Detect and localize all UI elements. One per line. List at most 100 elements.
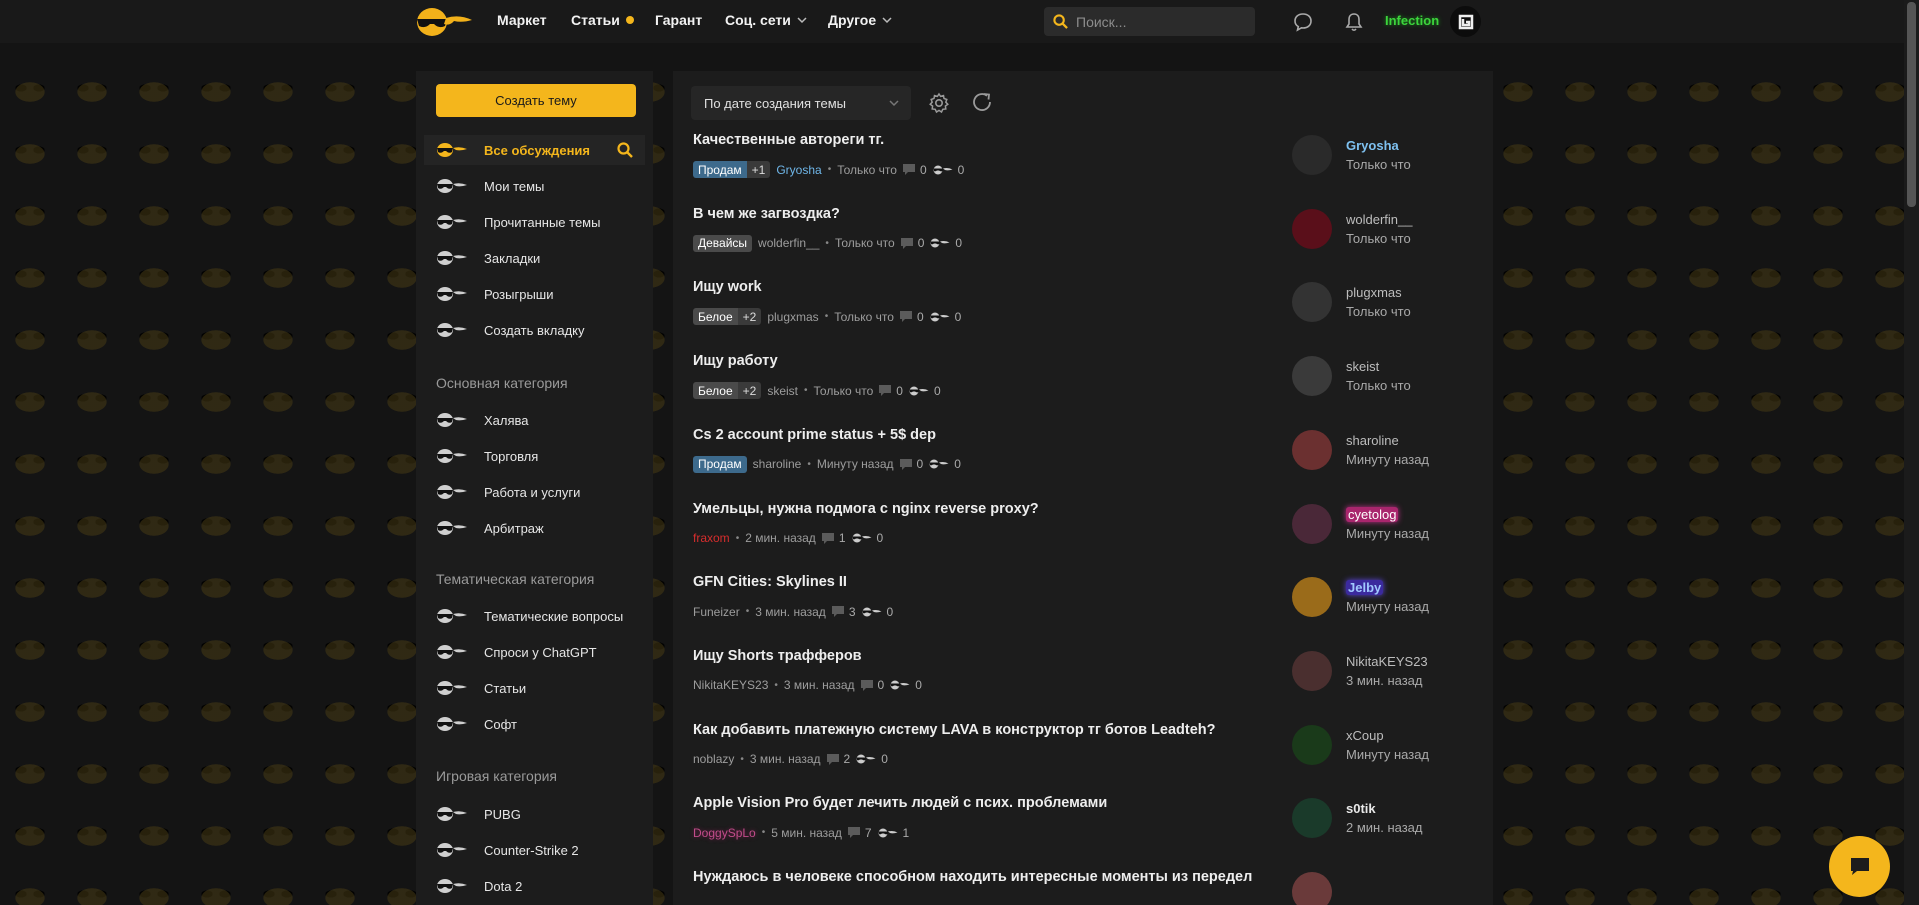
search-input[interactable] <box>1076 13 1236 30</box>
last-poster-name[interactable]: Jelby <box>1346 580 1384 596</box>
last-poster[interactable]: plugxmas Только что <box>1292 282 1492 326</box>
thread-author[interactable]: skeist <box>767 384 798 398</box>
prefix-tag[interactable]: Белое +2 <box>693 308 762 326</box>
last-poster-avatar[interactable] <box>1292 282 1332 323</box>
last-poster[interactable]: xCoup Минуту назад <box>1292 724 1492 769</box>
last-poster-avatar[interactable] <box>1292 872 1332 905</box>
gear-icon[interactable] <box>928 92 950 114</box>
thread-row[interactable]: Cs 2 account prime status + 5$ dep Продам… <box>693 427 1483 501</box>
sidebar-item-my-threads[interactable]: Мои темы <box>424 171 645 201</box>
nav-articles[interactable]: Статьи <box>571 12 634 28</box>
thread-row[interactable]: Нуждаюсь в человеке способном находить и… <box>693 869 1483 905</box>
last-poster[interactable]: sharoline Минуту назад <box>1292 429 1492 474</box>
thread-author[interactable]: NikitaKEYS23 <box>693 678 768 692</box>
last-poster-avatar[interactable] <box>1292 135 1332 175</box>
sidebar-item-freebies[interactable]: Халява <box>424 405 645 435</box>
nav-other[interactable]: Другое <box>828 12 892 28</box>
thread-title[interactable]: Нуждаюсь в человеке способном находить и… <box>693 869 1252 885</box>
last-poster-name[interactable]: xCoup <box>1346 728 1384 743</box>
last-poster[interactable]: Jelby Минуту назад <box>1292 577 1492 621</box>
sidebar-item-trading[interactable]: Торговля <box>424 441 645 471</box>
last-poster[interactable]: cyetolog Минуту назад <box>1292 503 1492 548</box>
nav-guarantor[interactable]: Гарант <box>655 12 702 28</box>
thread-row[interactable]: Apple Vision Pro будет лечить людей с пс… <box>693 795 1483 869</box>
thread-author[interactable]: fraxom <box>693 531 730 545</box>
last-poster-name[interactable]: wolderfin__ <box>1346 212 1413 227</box>
last-poster-avatar[interactable] <box>1292 503 1332 544</box>
thread-title[interactable]: Качественные автореги тг. <box>693 132 884 148</box>
last-poster-name[interactable]: NikitaKEYS23 <box>1346 654 1428 669</box>
thread-row[interactable]: Ищу работу Белое +2 skeist • Только что 0 0 skei… <box>693 353 1483 427</box>
thread-row[interactable]: GFN Cities: Skylines II Funeizer • 3 мин. н… <box>693 574 1483 648</box>
nav-social[interactable]: Соц. сети <box>725 12 807 28</box>
notifications-bell-icon[interactable] <box>1343 11 1365 33</box>
thread-author[interactable]: Funeizer <box>693 605 740 619</box>
last-poster-avatar[interactable] <box>1292 724 1332 765</box>
last-poster-avatar[interactable] <box>1292 577 1332 618</box>
thread-author[interactable]: noblazy <box>693 752 734 766</box>
prefix-tag[interactable]: Продам <box>693 455 747 473</box>
page-scrollbar[interactable] <box>1904 0 1919 905</box>
thread-row[interactable]: Ищу work Белое +2 plugxmas • Только что 0 0 plug… <box>693 279 1483 353</box>
thread-author[interactable]: sharoline <box>753 457 802 471</box>
nav-market[interactable]: Маркет <box>497 12 547 28</box>
messages-icon[interactable] <box>1292 11 1314 33</box>
thread-row[interactable]: Качественные автореги тг. Продам +1 Gryosha… <box>693 132 1483 206</box>
last-poster[interactable]: NikitaKEYS23 3 мин. назад <box>1292 650 1492 695</box>
user-avatar[interactable] <box>1450 6 1481 37</box>
last-poster-name[interactable]: cyetolog <box>1346 506 1399 522</box>
refresh-icon[interactable] <box>970 90 994 114</box>
thread-title[interactable]: Apple Vision Pro будет лечить людей с пс… <box>693 795 1107 811</box>
last-poster-avatar[interactable] <box>1292 650 1332 691</box>
last-poster-avatar[interactable] <box>1292 356 1332 397</box>
header-search[interactable] <box>1044 7 1255 36</box>
sidebar-item-software[interactable]: Софт <box>424 709 645 739</box>
last-poster[interactable]: Gryosha Только что <box>1292 135 1492 179</box>
last-poster-name[interactable]: skeist <box>1346 359 1379 374</box>
last-poster-name[interactable]: sharoline <box>1346 433 1399 448</box>
last-poster-name[interactable]: plugxmas <box>1346 285 1402 300</box>
thread-author[interactable]: Gryosha <box>776 163 821 177</box>
thread-title[interactable]: Cs 2 account prime status + 5$ dep <box>693 427 936 443</box>
thread-title[interactable]: Ищу работу <box>693 353 778 369</box>
thread-title[interactable]: Умельцы, нужна подмога с nginx reverse p… <box>693 501 1039 517</box>
thread-title[interactable]: Ищу Shorts трафферов <box>693 648 862 664</box>
thread-author[interactable]: plugxmas <box>767 310 818 324</box>
search-icon[interactable] <box>617 142 633 158</box>
current-username[interactable]: Infection <box>1385 13 1439 28</box>
thread-row[interactable]: Как добавить платежную систему LAVA в ко… <box>693 722 1483 796</box>
last-poster[interactable] <box>1292 872 1492 905</box>
sidebar-item-arbitrage[interactable]: Арбитраж <box>424 513 645 543</box>
thread-title[interactable]: GFN Cities: Skylines II <box>693 574 847 590</box>
thread-title[interactable]: Ищу work <box>693 279 762 295</box>
thread-title[interactable]: В чем же загвоздка? <box>693 206 840 222</box>
prefix-tag[interactable]: Девайсы <box>693 234 753 252</box>
sidebar-item-dota2[interactable]: Dota 2 <box>424 871 645 901</box>
last-poster-name[interactable]: Gryosha <box>1346 138 1399 153</box>
sidebar-item-create-tab[interactable]: Создать вкладку <box>424 315 645 345</box>
last-poster[interactable]: wolderfin__ Только что <box>1292 208 1492 253</box>
thread-author[interactable]: DoggySpLo <box>693 826 756 840</box>
thread-title[interactable]: Как добавить платежную систему LAVA в ко… <box>693 722 1216 738</box>
prefix-tag[interactable]: Продам +1 <box>693 161 771 178</box>
sidebar-item-jobs-services[interactable]: Работа и услуги <box>424 477 645 507</box>
create-thread-button[interactable]: Создать тему <box>436 84 636 117</box>
last-poster-avatar[interactable] <box>1292 798 1332 839</box>
sidebar-item-all-discussions[interactable]: Все обсуждения <box>424 135 645 165</box>
sidebar-item-bookmarks[interactable]: Закладки <box>424 243 645 273</box>
thread-row[interactable]: Ищу Shorts трафферов NikitaKEYS23 • 3 мин. … <box>693 648 1483 722</box>
sort-dropdown[interactable]: По дате создания темы <box>691 86 911 120</box>
last-poster-avatar[interactable] <box>1292 208 1332 249</box>
last-poster[interactable]: s0tik 2 мин. назад <box>1292 798 1492 842</box>
site-logo-icon[interactable] <box>414 6 474 38</box>
last-poster[interactable]: skeist Только что <box>1292 356 1492 400</box>
sidebar-item-read-threads[interactable]: Прочитанные темы <box>424 207 645 237</box>
thread-author[interactable]: wolderfin__ <box>758 236 819 250</box>
chat-button[interactable] <box>1829 836 1890 897</box>
thread-row[interactable]: В чем же загвоздка? Девайсы wolderfin__ • То… <box>693 206 1483 280</box>
scrollbar-thumb[interactable] <box>1907 2 1916 207</box>
sidebar-item-pubg[interactable]: PUBG <box>424 799 645 829</box>
last-poster-avatar[interactable] <box>1292 429 1332 470</box>
sidebar-item-cs2[interactable]: Counter-Strike 2 <box>424 835 645 865</box>
sidebar-item-articles[interactable]: Статьи <box>424 673 645 703</box>
